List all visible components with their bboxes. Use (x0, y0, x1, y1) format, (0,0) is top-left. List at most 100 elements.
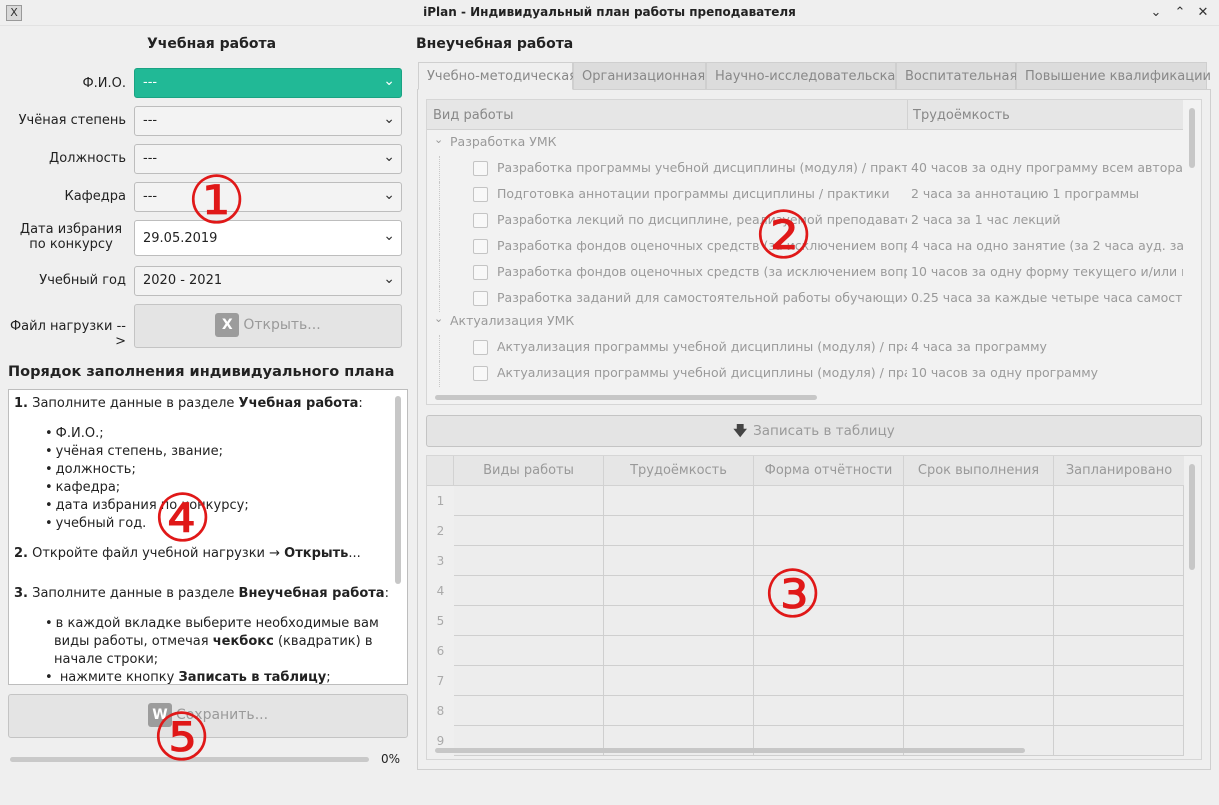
tab-educational[interactable]: Воспитательная (896, 62, 1017, 90)
row-number[interactable]: 8 (427, 696, 454, 726)
table-cell[interactable] (904, 516, 1054, 546)
tab-organizational[interactable]: Организационная (573, 62, 706, 90)
department-combobox[interactable]: --- ⌄ (134, 182, 402, 212)
table-cell[interactable] (904, 666, 1054, 696)
row-checkbox[interactable] (473, 265, 488, 280)
row-number[interactable]: 3 (427, 546, 454, 576)
table-cell[interactable] (454, 576, 604, 606)
table-cell[interactable] (904, 606, 1054, 636)
position-combobox[interactable]: --- ⌄ (134, 144, 402, 174)
section-title-extracurricular: Внеучебная работа (416, 36, 574, 52)
table-cell[interactable] (904, 636, 1054, 666)
row-checkbox[interactable] (473, 291, 488, 306)
table-cell[interactable] (1054, 726, 1184, 756)
help-scrollbar[interactable] (395, 396, 401, 584)
excel-icon: X (215, 313, 240, 337)
department-value: --- (143, 189, 158, 204)
table-cell[interactable] (754, 516, 904, 546)
table-cell[interactable] (754, 666, 904, 696)
table-cell[interactable] (1054, 546, 1184, 576)
fio-combobox[interactable]: --- ⌄ (134, 68, 402, 98)
tree-row[interactable]: Актуализация программы учебной дисциплин… (427, 335, 1183, 361)
table-cell[interactable] (904, 576, 1054, 606)
progress-label: 0% (381, 752, 401, 766)
table-corner (427, 456, 454, 486)
tab-qualification[interactable]: Повышение квалификации (1016, 62, 1211, 90)
table-hscrollbar[interactable] (435, 748, 1025, 753)
write-to-table-button[interactable]: 🡇 Записать в таблицу (426, 415, 1202, 447)
row-number[interactable]: 4 (427, 576, 454, 606)
table-cell[interactable] (454, 636, 604, 666)
table-cell[interactable] (754, 636, 904, 666)
table-cell[interactable] (1054, 636, 1184, 666)
table-vscrollbar[interactable] (1189, 464, 1195, 570)
table-cell[interactable] (604, 606, 754, 636)
academic-year-combobox[interactable]: 2020 - 2021 ⌄ (134, 266, 402, 296)
table-cell[interactable] (1054, 666, 1184, 696)
column-header[interactable]: Запланировано (1054, 456, 1184, 486)
close-button[interactable]: ✕ (1193, 3, 1213, 23)
label-fio: Ф.И.О. (82, 76, 126, 91)
row-checkbox[interactable] (473, 366, 488, 381)
table-cell[interactable] (454, 666, 604, 696)
table-cell[interactable] (904, 696, 1054, 726)
tree-group-row[interactable]: ⌄ Актуализация УМК (427, 309, 1183, 335)
table-cell[interactable] (454, 516, 604, 546)
row-number[interactable]: 7 (427, 666, 454, 696)
row-number[interactable]: 1 (427, 486, 454, 516)
table-cell[interactable] (454, 486, 604, 516)
help-step-3: 3. Заполните данные в разделе Внеучебная… (14, 586, 389, 601)
tree-vscrollbar[interactable] (1189, 108, 1195, 168)
row-number[interactable]: 5 (427, 606, 454, 636)
tree-hscrollbar[interactable] (435, 395, 817, 400)
arrow-down-icon: 🡇 (733, 423, 748, 439)
row-checkbox[interactable] (473, 161, 488, 176)
table-cell[interactable] (1054, 696, 1184, 726)
table-cell[interactable] (454, 546, 604, 576)
column-header[interactable]: Срок выполнения (904, 456, 1054, 486)
table-cell[interactable] (1054, 486, 1184, 516)
column-header[interactable]: Форма отчётности (754, 456, 904, 486)
tab-research[interactable]: Научно-исследовательская (706, 62, 903, 90)
column-header[interactable]: Трудоёмкость (604, 456, 754, 486)
table-cell[interactable] (454, 696, 604, 726)
tree-row[interactable]: Разработка программы учебной дисциплины … (427, 156, 1183, 182)
table-cell[interactable] (904, 486, 1054, 516)
tab-teaching-methodical[interactable]: Учебно-методическая (418, 62, 577, 90)
row-number[interactable]: 6 (427, 636, 454, 666)
row-checkbox[interactable] (473, 239, 488, 254)
tree-row[interactable]: Актуализация программы учебной дисциплин… (427, 361, 1183, 387)
help-list-item: дата избрания по конкурсу; (45, 497, 249, 515)
table-cell[interactable] (754, 696, 904, 726)
row-checkbox[interactable] (473, 213, 488, 228)
work-types-tree[interactable]: Вид работы Трудоёмкость ⌄ Разработка УМК… (426, 99, 1202, 405)
table-cell[interactable] (1054, 576, 1184, 606)
row-checkbox[interactable] (473, 340, 488, 355)
degree-combobox[interactable]: --- ⌄ (134, 106, 402, 136)
open-file-button[interactable]: X Открыть... (134, 304, 402, 348)
table-cell[interactable] (904, 546, 1054, 576)
table-cell[interactable] (1054, 606, 1184, 636)
tree-group-row[interactable]: ⌄ Разработка УМК (427, 130, 1183, 156)
label-academic-year: Учебный год (39, 273, 126, 288)
column-header[interactable]: Виды работы (454, 456, 604, 486)
row-number[interactable]: 2 (427, 516, 454, 546)
table-cell[interactable] (604, 486, 754, 516)
help-list-item: Ф.И.О.; (45, 425, 104, 443)
table-cell[interactable] (604, 636, 754, 666)
election-date-picker[interactable]: 29.05.2019 ⌄ (134, 220, 402, 256)
row-checkbox[interactable] (473, 187, 488, 202)
chevron-down-icon: ⌄ (383, 187, 395, 203)
maximize-button[interactable]: ⌃ (1170, 3, 1190, 23)
table-cell[interactable] (604, 576, 754, 606)
table-cell[interactable] (604, 696, 754, 726)
table-cell[interactable] (754, 486, 904, 516)
table-cell[interactable] (604, 546, 754, 576)
table-cell[interactable] (454, 606, 604, 636)
minimize-button[interactable]: ⌄ (1146, 3, 1166, 23)
table-cell[interactable] (1054, 516, 1184, 546)
table-cell[interactable] (604, 666, 754, 696)
help-list-item: кафедра; (45, 479, 121, 497)
close-icon: ✕ (1197, 5, 1209, 20)
table-cell[interactable] (604, 516, 754, 546)
